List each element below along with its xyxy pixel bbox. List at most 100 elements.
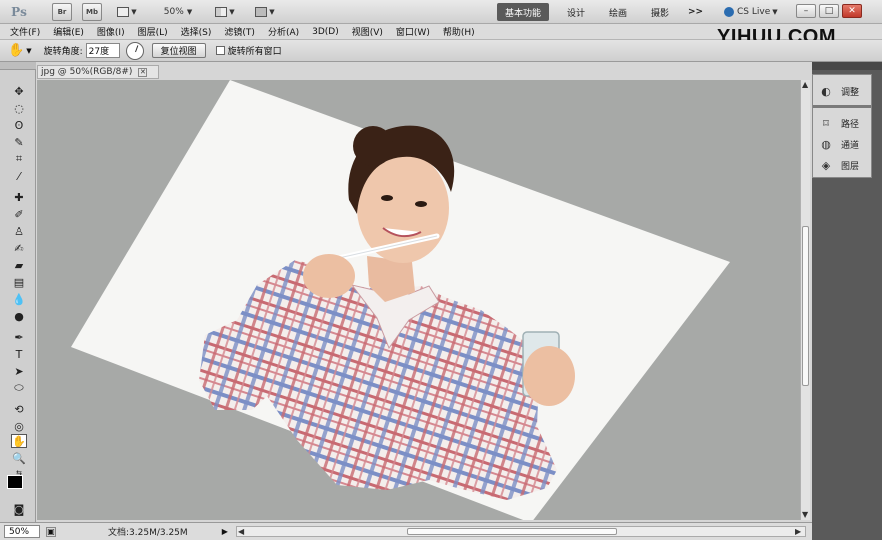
horizontal-scroll-thumb[interactable] [407, 528, 617, 535]
panel-adjustments[interactable]: ◐ 调整 [819, 83, 859, 99]
scroll-right-icon[interactable]: ▶ [795, 527, 801, 536]
rotate-all-windows-checkbox[interactable] [215, 46, 225, 55]
menu-filter[interactable]: 滤镜(T) [224, 25, 255, 38]
blur-icon[interactable]: 💧 [11, 292, 27, 306]
right-eye [415, 201, 427, 207]
history-brush-icon[interactable]: ✍ [11, 241, 27, 255]
horizontal-scrollbar[interactable]: ◀ ▶ [236, 526, 806, 537]
menu-image[interactable]: 图像(I) [97, 25, 125, 38]
zoom-level-dropdown[interactable]: 50% ▼ [158, 3, 198, 21]
menu-view[interactable]: 视图(V) [352, 25, 383, 38]
screen-mode-button[interactable]: ▼ [252, 3, 278, 21]
vertical-scroll-thumb[interactable] [802, 226, 809, 386]
rotation-angle-input[interactable]: 27度 [85, 43, 120, 58]
view-extras-icon [117, 7, 130, 17]
3d-rotate-icon[interactable]: ⟲ [11, 402, 27, 416]
quick-select-icon[interactable]: ✎ [11, 135, 27, 149]
quick-mask-icon[interactable]: ◙ [11, 502, 27, 516]
close-document-icon[interactable]: ✕ [138, 67, 148, 77]
brush-icon[interactable]: ✐ [11, 207, 27, 221]
right-panel-header[interactable] [812, 62, 882, 70]
maximize-button[interactable]: □ [819, 4, 839, 18]
crop-icon[interactable]: ⌗ [11, 152, 27, 166]
move-icon[interactable]: ✥ [11, 84, 27, 98]
menu-file[interactable]: 文件(F) [10, 25, 40, 38]
menu-analysis[interactable]: 分析(A) [268, 25, 299, 38]
right-panel-dock: ◐ 调整 ⌑ 路径 ◍ 通道 ◈ 图层 [812, 62, 882, 540]
collapsed-panel-group: ◐ 调整 ⌑ 路径 ◍ 通道 ◈ 图层 [812, 74, 872, 178]
panel-paths[interactable]: ⌑ 路径 [819, 115, 859, 131]
panel-layers-label: 图层 [841, 161, 860, 172]
dodge-icon[interactable]: ● [11, 309, 27, 323]
minimize-button[interactable]: – [796, 4, 816, 18]
cs-live-label: CS Live [737, 7, 771, 17]
pen-icon[interactable]: ✒ [11, 330, 27, 344]
menu-layer[interactable]: 图层(L) [138, 25, 168, 38]
panel-paths-label: 路径 [841, 119, 860, 130]
right-hand [523, 346, 575, 406]
zoom-icon[interactable]: 🔍 [11, 451, 27, 465]
launch-bridge-button[interactable]: Br [52, 3, 72, 21]
lasso-icon[interactable]: ʘ [11, 118, 27, 132]
status-bar: 50% ▣ 文档:3.25M/3.25M ▶ ◀ ▶ [0, 522, 812, 540]
reset-view-button[interactable]: 复位视图 [151, 43, 206, 58]
scroll-up-icon[interactable]: ▲ [802, 80, 808, 89]
panel-channels[interactable]: ◍ 通道 [819, 136, 859, 152]
view-extras-button[interactable]: ▼ [114, 3, 140, 21]
menu-select[interactable]: 选择(S) [181, 25, 212, 38]
menu-help[interactable]: 帮助(H) [443, 25, 475, 38]
eraser-icon[interactable]: ▰ [11, 258, 27, 272]
cs-live-button[interactable]: CS Live ▼ [724, 3, 778, 21]
left-eye [381, 195, 393, 201]
rotate-view-tool-icon[interactable]: ✋ [11, 434, 27, 448]
paths-icon: ⌑ [823, 116, 829, 130]
menu-3d[interactable]: 3D(D) [312, 27, 339, 37]
vertical-scrollbar[interactable]: ▲ ▼ [800, 80, 810, 520]
foreground-color-swatch[interactable] [7, 475, 23, 489]
more-workspaces-button[interactable]: >> [688, 3, 703, 21]
type-icon[interactable]: T [11, 347, 27, 361]
panel-divider [813, 105, 871, 108]
rotate-view-tool-preset[interactable]: ✋ ▼ [8, 43, 32, 58]
menu-edit[interactable]: 编辑(E) [53, 25, 84, 38]
shape-icon[interactable]: ⬭ [11, 381, 27, 395]
workspace-design[interactable]: 设计 [567, 3, 585, 21]
rotated-photo [71, 80, 730, 520]
healing-brush-icon[interactable]: ✚ [11, 190, 27, 204]
hair-bun [353, 126, 393, 166]
chevron-down-icon: ▼ [269, 8, 275, 16]
status-menu-arrow-icon[interactable]: ▶ [222, 527, 228, 536]
document-canvas[interactable] [37, 80, 800, 520]
left-hand [303, 254, 355, 298]
adjustments-icon: ◐ [821, 84, 831, 98]
gradient-icon[interactable]: ▤ [11, 275, 27, 289]
close-button[interactable]: ✕ [842, 4, 862, 18]
arrange-documents-icon [215, 7, 228, 17]
panel-layers[interactable]: ◈ 图层 [819, 157, 859, 173]
application-bar: Ps Br Mb ▼ 50% ▼ ▼ ▼ 基本功能 设计 绘画 摄影 >> CS… [0, 0, 882, 24]
menu-window[interactable]: 窗口(W) [396, 25, 430, 38]
clone-stamp-icon[interactable]: ♙ [11, 224, 27, 238]
launch-minibridge-button[interactable]: Mb [82, 3, 102, 21]
eyedropper-icon[interactable]: ⁄ [11, 169, 27, 183]
workspace-photography[interactable]: 摄影 [651, 3, 669, 21]
channels-icon: ◍ [821, 137, 831, 151]
scroll-down-icon[interactable]: ▼ [802, 510, 808, 519]
arrange-documents-button[interactable]: ▼ [212, 3, 238, 21]
workspace-painting[interactable]: 绘画 [609, 3, 627, 21]
marquee-icon[interactable]: ◌ [11, 101, 27, 115]
chevron-down-icon: ▼ [186, 8, 193, 16]
document-tab[interactable]: jpg @ 50%(RGB/8#) ✕ [37, 65, 159, 79]
status-zoom-field[interactable]: 50% [4, 525, 40, 538]
3d-orbit-icon[interactable]: ◎ [11, 419, 27, 433]
rotation-dial[interactable] [125, 41, 144, 60]
status-info-icon[interactable]: ▣ [46, 526, 56, 537]
scroll-left-icon[interactable]: ◀ [238, 527, 244, 536]
tools-panel-header[interactable] [0, 62, 36, 70]
rotation-angle-label: 旋转角度: [43, 47, 83, 57]
chevron-down-icon: ▼ [26, 46, 32, 55]
document-tab-title: jpg @ 50%(RGB/8#) [41, 67, 133, 77]
workspace-essentials[interactable]: 基本功能 [497, 3, 550, 21]
path-selection-icon[interactable]: ➤ [11, 364, 27, 378]
chevron-down-icon: ▼ [229, 8, 235, 16]
